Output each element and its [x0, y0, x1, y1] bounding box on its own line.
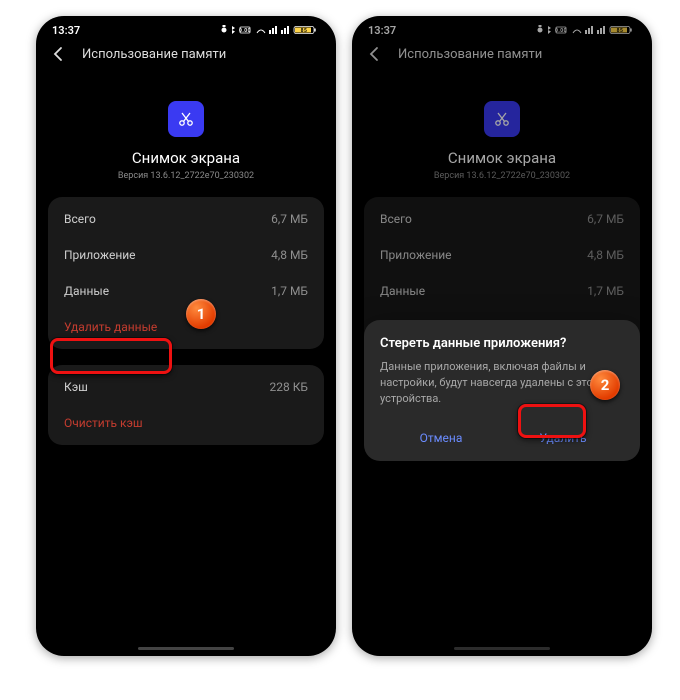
annotation-marker-1: 1: [186, 299, 216, 329]
svg-text:0.00: 0.00: [239, 28, 251, 34]
header: Использование памяти: [36, 39, 336, 73]
back-icon[interactable]: [50, 45, 68, 63]
row-label: Данные: [64, 284, 109, 298]
row-value: 6,7 МБ: [271, 212, 308, 226]
dialog-cancel-button[interactable]: Отмена: [380, 421, 502, 455]
clear-cache-label: Очистить кэш: [64, 416, 143, 430]
header-title: Использование памяти: [82, 47, 226, 62]
scissors-icon: [176, 109, 196, 129]
dialog-body: Данные приложения, включая файлы и настр…: [380, 359, 624, 407]
dialog-buttons: Отмена Удалить: [380, 421, 624, 455]
app-version: Версия 13.6.12_2722e70_230302: [36, 171, 336, 181]
home-indicator[interactable]: [138, 647, 234, 650]
row-value: 4,8 МБ: [271, 248, 308, 262]
app-name: Снимок экрана: [36, 149, 336, 167]
status-bar: 13:37 0.00 85: [36, 16, 336, 39]
row-app: Приложение 4,8 МБ: [48, 237, 324, 273]
row-label: Кэш: [64, 380, 88, 394]
phone-screenshot-1: 13:37 0.00 85 Использование памяти: [36, 16, 336, 656]
annotation-highlight-2: [518, 404, 586, 438]
row-total: Всего 6,7 МБ: [48, 201, 324, 237]
row-value: 1,7 МБ: [271, 284, 308, 298]
clear-data-label: Удалить данные: [64, 320, 157, 334]
row-label: Приложение: [64, 248, 136, 262]
svg-text:85: 85: [301, 28, 308, 34]
row-cache: Кэш 228 КБ: [48, 369, 324, 405]
cache-card: Кэш 228 КБ Очистить кэш: [48, 365, 324, 445]
storage-card: Всего 6,7 МБ Приложение 4,8 МБ Данные 1,…: [48, 197, 324, 349]
status-time: 13:37: [52, 24, 80, 37]
row-label: Всего: [64, 212, 96, 226]
dialog-title: Стереть данные приложения?: [380, 336, 624, 351]
row-data: Данные 1,7 МБ: [48, 273, 324, 309]
app-info: Снимок экрана Версия 13.6.12_2722e70_230…: [36, 101, 336, 181]
phone-screenshot-2: 13:37 0.00 85 Использование памяти: [352, 16, 652, 656]
status-icons-svg: 0.00 85: [220, 25, 320, 35]
annotation-marker-2: 2: [590, 370, 620, 400]
status-icons: 0.00 85: [220, 25, 320, 36]
app-icon: [168, 101, 204, 137]
annotation-highlight-1: [50, 338, 172, 374]
row-value: 228 КБ: [270, 380, 308, 394]
clear-cache-button[interactable]: Очистить кэш: [48, 405, 324, 441]
